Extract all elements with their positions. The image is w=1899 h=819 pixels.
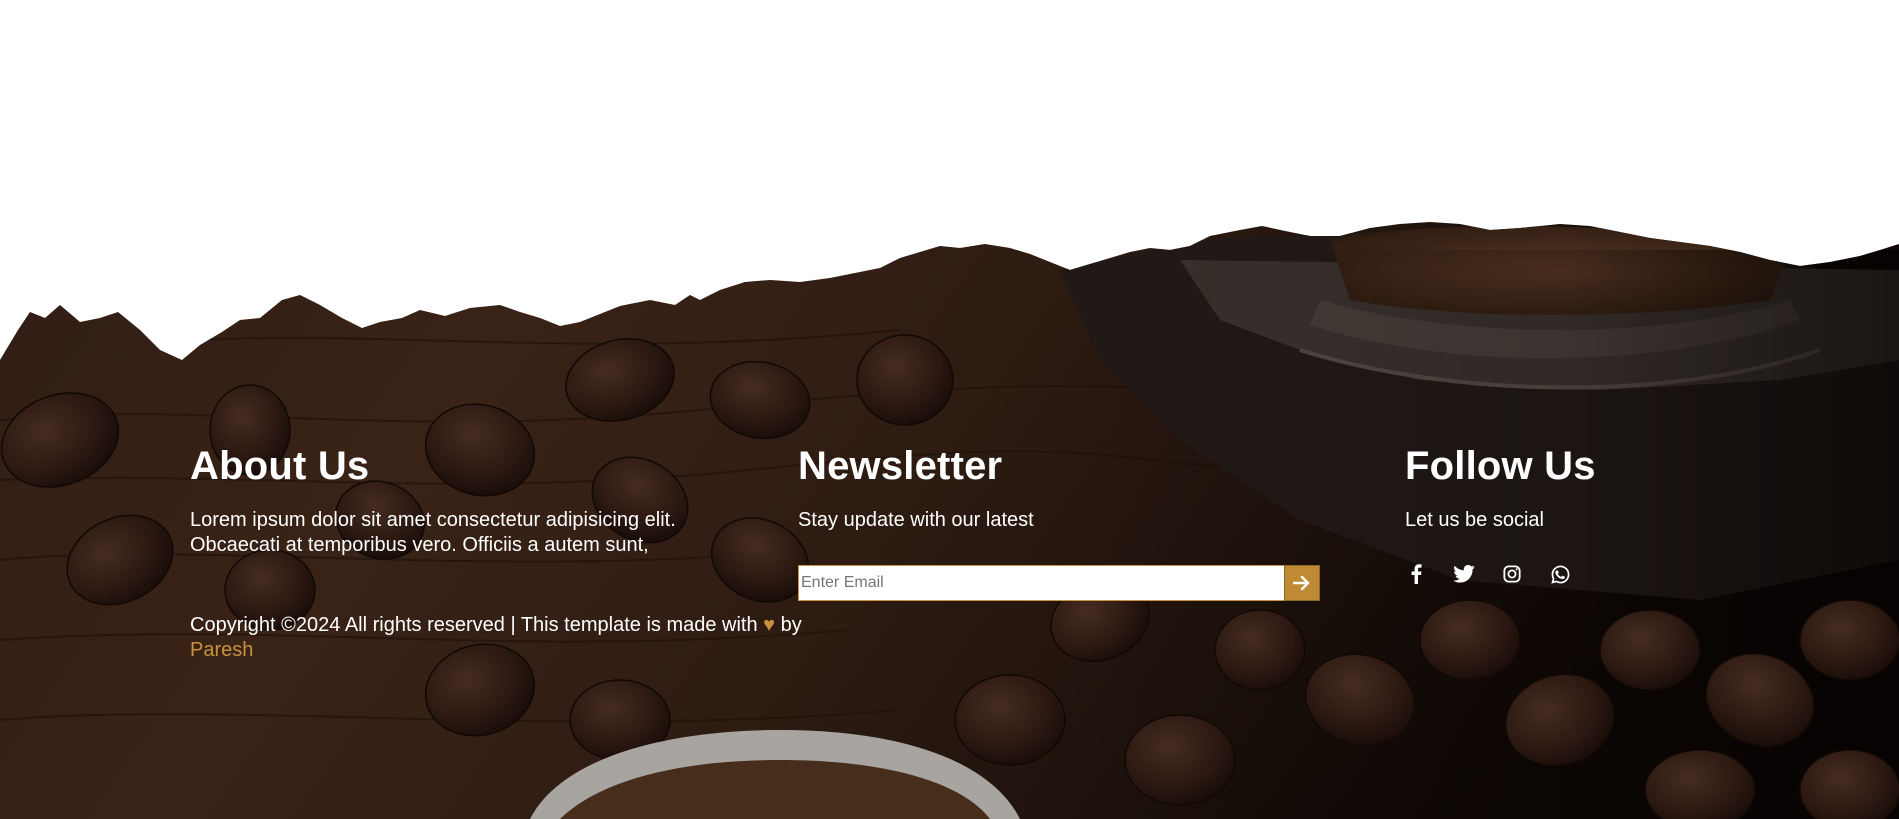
follow-text: Let us be social	[1405, 509, 1544, 531]
about-text: Lorem ipsum dolor sit amet consectetur a…	[190, 509, 676, 556]
follow-section: Follow Us Let us be social	[1405, 440, 1825, 533]
facebook-link[interactable]	[1405, 563, 1427, 585]
whatsapp-link[interactable]	[1549, 563, 1571, 585]
about-heading: About Us	[190, 444, 370, 488]
newsletter-section: Newsletter Stay update with our latest	[798, 440, 1320, 533]
copyright-by: by	[780, 614, 802, 636]
email-input[interactable]	[798, 565, 1284, 601]
social-links	[1405, 563, 1571, 585]
heart-icon: ♥	[763, 614, 776, 636]
page: About Us Lorem ipsum dolor sit amet cons…	[0, 0, 1899, 819]
newsletter-text: Stay update with our latest	[798, 509, 1034, 531]
newsletter-form	[798, 565, 1320, 601]
copyright-text: Copyright ©2024 All rights reserved | Th…	[190, 614, 758, 636]
arrow-right-icon	[1293, 575, 1310, 591]
instagram-link[interactable]	[1501, 563, 1523, 585]
twitter-link[interactable]	[1453, 563, 1475, 585]
footer: About Us Lorem ipsum dolor sit amet cons…	[0, 0, 1899, 819]
copyright: Copyright ©2024 All rights reserved | Th…	[190, 613, 810, 663]
author-link[interactable]: Paresh	[190, 639, 253, 661]
instagram-icon	[1503, 565, 1521, 583]
newsletter-heading: Newsletter	[798, 444, 1003, 488]
subscribe-button[interactable]	[1284, 565, 1320, 601]
whatsapp-icon	[1550, 565, 1569, 584]
facebook-icon	[1411, 564, 1422, 584]
twitter-icon	[1453, 565, 1475, 583]
about-section: About Us Lorem ipsum dolor sit amet cons…	[190, 440, 800, 558]
follow-heading: Follow Us	[1405, 444, 1596, 488]
